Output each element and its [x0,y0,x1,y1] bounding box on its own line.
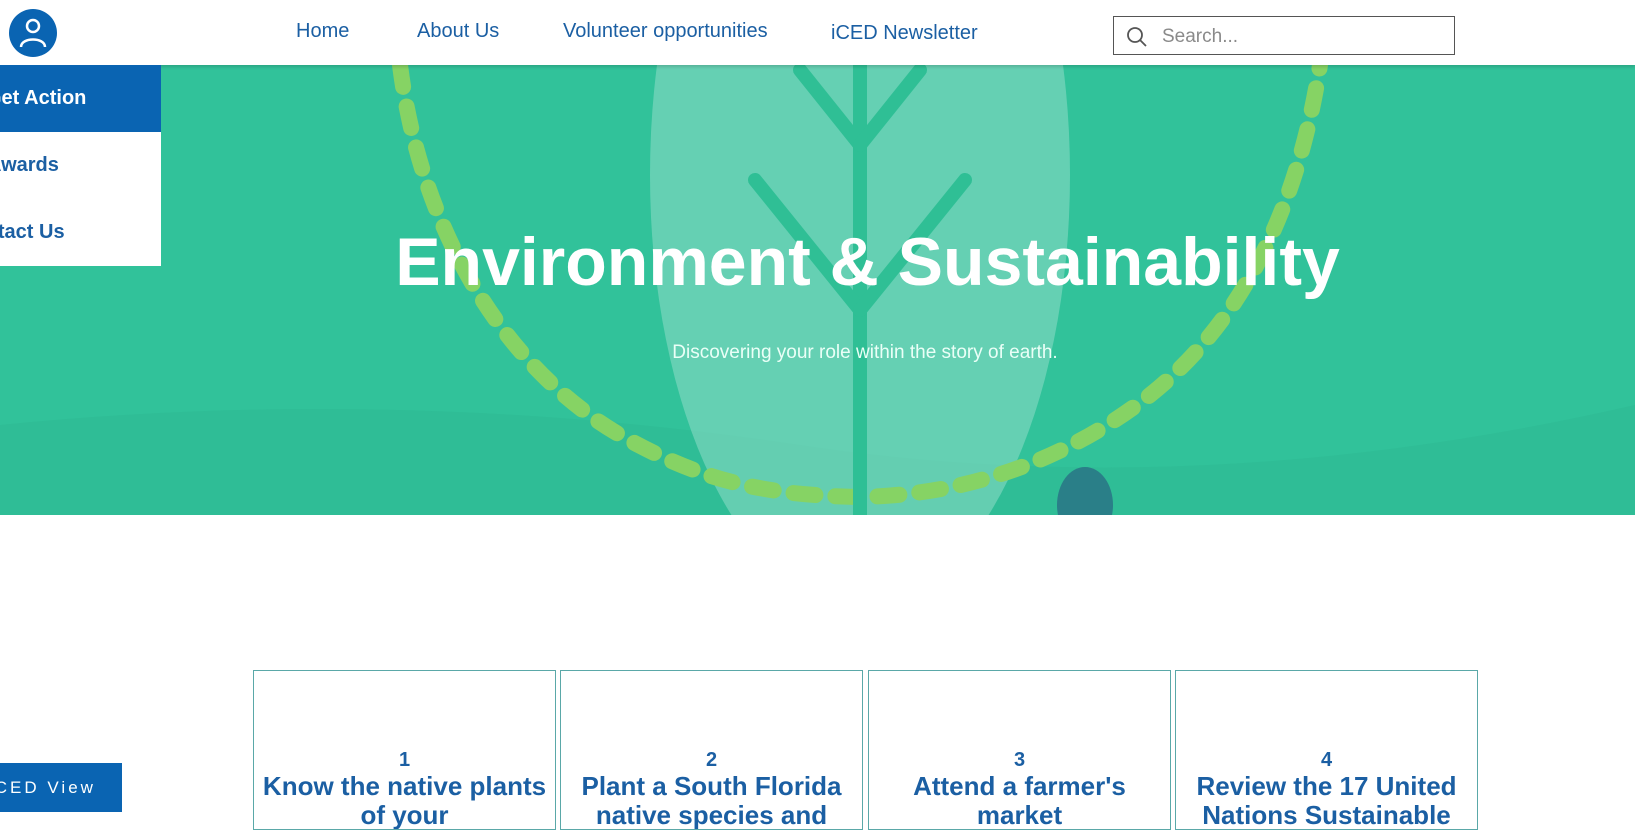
nav-volunteer-opportunities[interactable]: Volunteer opportunities [563,20,768,43]
hero-banner: Environment & Sustainability Discovering… [0,65,1635,515]
sidemenu-item-contact-us[interactable]: Contact Us [0,199,161,266]
card-number: 2 [705,749,718,771]
side-menu: Get Action Awards Contact Us [0,65,161,266]
sidemenu-item-label: Contact Us [0,221,65,243]
card-title: Review the 17 United Nations Sustainable [1196,771,1457,830]
card-number: 3 [1013,749,1026,771]
action-card[interactable]: 2 Plant a South Florida native species a… [560,670,863,830]
nav-iced-newsletter[interactable]: iCED Newsletter [831,22,978,45]
iced-view-label: iCED View [0,778,96,797]
nav-home[interactable]: Home [296,20,349,43]
nav-about-us[interactable]: About Us [417,20,499,43]
search-icon [1127,27,1147,47]
action-card[interactable]: 4 Review the 17 United Nations Sustainab… [1175,670,1478,830]
sidemenu-item-awards[interactable]: Awards [0,132,161,199]
sidemenu-item-label: Awards [0,154,59,176]
card-number: 1 [398,749,411,771]
hero-subtitle: Discovering your role within the story o… [672,342,1058,363]
site-header: Home About Us Volunteer opportunities iC… [0,0,1635,65]
user-avatar-icon[interactable] [9,9,57,57]
action-card[interactable]: 3 Attend a farmer's market [868,670,1171,830]
search-input[interactable] [1160,22,1444,52]
card-title: Know the native plants of your [262,771,547,830]
iced-view-button[interactable]: iCED View [0,763,122,812]
hero-title: Environment & Sustainability [395,224,1340,300]
card-number: 4 [1320,749,1333,771]
sidemenu-item-label: Get Action [0,87,87,109]
action-card[interactable]: 1 Know the native plants of your [253,670,556,830]
card-title: Attend a farmer's market [913,771,1126,830]
card-title: Plant a South Florida native species and [581,771,842,830]
sidemenu-item-get-action[interactable]: Get Action [0,65,161,132]
search-box[interactable] [1113,16,1455,55]
